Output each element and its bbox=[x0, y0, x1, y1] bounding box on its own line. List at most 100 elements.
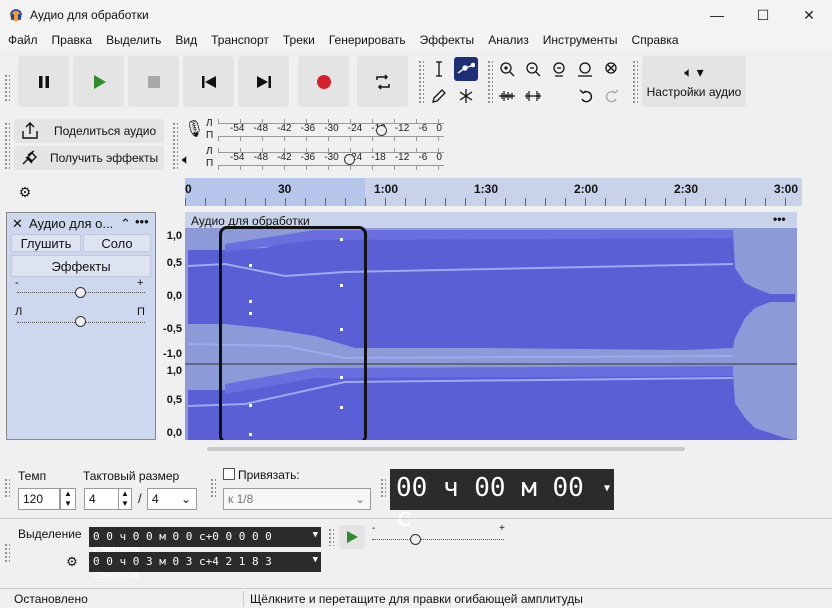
close-window-button[interactable]: ✕ bbox=[786, 0, 832, 30]
collapse-track-button[interactable]: ⌃ bbox=[120, 216, 131, 232]
menu-analyze[interactable]: Анализ bbox=[481, 30, 536, 50]
toolbar-grip[interactable] bbox=[4, 74, 10, 102]
menu-select[interactable]: Выделить bbox=[99, 30, 168, 50]
playback-meter-thumb[interactable] bbox=[344, 154, 355, 165]
menu-tools[interactable]: Инструменты bbox=[536, 30, 625, 50]
status-divider bbox=[243, 591, 244, 607]
zoom-out-button[interactable] bbox=[522, 58, 544, 80]
playback-speed-thumb[interactable] bbox=[410, 534, 421, 545]
record-button[interactable] bbox=[298, 56, 349, 107]
snap-dropdown[interactable]: к 1/8 ⌄ bbox=[223, 488, 371, 510]
axis-label: 1,0 bbox=[166, 365, 182, 377]
zoom-in-button[interactable] bbox=[496, 58, 518, 80]
selection-end-display[interactable]: 0 0 ч 0 3 м 0 3 с+4 2 1 8 3 сэмплов ▼ bbox=[89, 552, 321, 581]
time-sig-separator: / bbox=[138, 491, 142, 506]
skip-start-button[interactable] bbox=[183, 56, 234, 107]
time-sig-grip[interactable] bbox=[4, 478, 10, 498]
chevron-down-icon: ⌄ bbox=[354, 492, 365, 506]
envelope-tool[interactable] bbox=[454, 57, 478, 81]
tempo-input[interactable]: 120 bbox=[18, 488, 60, 510]
loop-button[interactable] bbox=[357, 56, 408, 107]
scale-label: -30 bbox=[324, 123, 339, 134]
pan-slider-thumb[interactable] bbox=[75, 316, 86, 327]
selection-settings-gear-icon[interactable]: ⚙︎ bbox=[62, 552, 82, 572]
redo-button[interactable] bbox=[601, 85, 623, 107]
pause-button[interactable] bbox=[18, 56, 69, 107]
timeline-settings-gear-icon[interactable]: ⚙︎ bbox=[14, 181, 36, 203]
waveform-clip[interactable]: Аудио для обработки ••• bbox=[185, 212, 802, 440]
track-name-menu[interactable]: Аудио для о... bbox=[29, 216, 113, 231]
play-at-speed-grip[interactable] bbox=[328, 528, 334, 546]
selection-grip[interactable] bbox=[4, 543, 10, 563]
fit-selection-button[interactable] bbox=[548, 58, 570, 80]
amplitude-axis: 1,0 0,5 0,0 -0,5 -1,0 1,0 0,5 0,0 bbox=[157, 212, 185, 440]
play-button[interactable] bbox=[73, 56, 124, 107]
speaker-icon[interactable]: 🔈︎ bbox=[182, 151, 190, 168]
scale-label: 0 bbox=[436, 123, 442, 134]
trim-button[interactable] bbox=[496, 85, 518, 107]
playback-meter[interactable]: -54 -48 -42 -36 -30 -24 -18 -12 -6 0 bbox=[218, 148, 444, 170]
menu-edit[interactable]: Правка bbox=[45, 30, 100, 50]
menu-help[interactable]: Справка bbox=[625, 30, 686, 50]
menu-bar: Файл Правка Выделить Вид Транспорт Треки… bbox=[0, 30, 832, 50]
menu-generate[interactable]: Генерировать bbox=[322, 30, 413, 50]
record-meter-thumb[interactable] bbox=[376, 125, 387, 136]
tools-grip[interactable] bbox=[418, 60, 424, 104]
menu-transport[interactable]: Транспорт bbox=[204, 30, 276, 50]
time-sig-numerator[interactable]: 4 bbox=[84, 488, 120, 510]
selection-tool[interactable] bbox=[428, 58, 450, 80]
time-display[interactable]: 00 ч 00 м 00 с ▼ bbox=[390, 469, 614, 533]
loop-icon bbox=[375, 73, 390, 90]
timeline-ruler[interactable]: 0 30 1:00 1:30 2:00 2:30 3:00 bbox=[185, 178, 802, 206]
audio-setup-grip[interactable] bbox=[632, 60, 638, 104]
draw-tool[interactable] bbox=[428, 85, 450, 107]
menu-effects[interactable]: Эффекты bbox=[413, 30, 482, 50]
skip-end-button[interactable] bbox=[238, 56, 289, 107]
snap-grip[interactable] bbox=[210, 478, 216, 498]
pan-left-label: Л bbox=[15, 306, 23, 318]
zoom-toggle-button[interactable] bbox=[600, 58, 622, 80]
close-track-button[interactable]: ✕ bbox=[12, 216, 23, 232]
menu-view[interactable]: Вид bbox=[168, 30, 204, 50]
clip-menu-button[interactable]: ••• bbox=[773, 212, 786, 226]
get-effects-button[interactable]: Получить эффекты bbox=[14, 146, 164, 170]
get-effects-label: Получить эффекты bbox=[50, 151, 159, 165]
edit-grip[interactable] bbox=[487, 60, 493, 104]
minimize-button[interactable]: — bbox=[694, 0, 740, 30]
meter-grip[interactable] bbox=[172, 122, 178, 170]
playback-speed-slider[interactable] bbox=[372, 539, 504, 541]
undo-button[interactable] bbox=[575, 85, 597, 107]
scale-label: -6 bbox=[418, 152, 428, 163]
time-grip[interactable] bbox=[380, 478, 386, 498]
menu-file[interactable]: Файл bbox=[0, 30, 45, 50]
audio-setup-button[interactable]: 🔈︎ ▾ Настройки аудио bbox=[642, 56, 746, 107]
fit-project-button[interactable] bbox=[574, 58, 596, 80]
snap-checkbox[interactable] bbox=[223, 468, 235, 480]
horizontal-scrollbar[interactable] bbox=[207, 447, 685, 451]
play-at-speed-button[interactable] bbox=[339, 525, 365, 549]
maximize-button[interactable]: ☐ bbox=[740, 0, 786, 30]
tempo-label: Темп bbox=[18, 469, 47, 483]
multi-tool[interactable] bbox=[455, 85, 477, 107]
solo-button[interactable]: Соло bbox=[83, 234, 151, 252]
snap-value: к 1/8 bbox=[228, 492, 254, 506]
microphone-icon[interactable]: 🎙︎ bbox=[184, 119, 204, 139]
menu-tracks[interactable]: Треки bbox=[276, 30, 322, 50]
share-audio-button[interactable]: Поделиться аудио bbox=[14, 119, 164, 143]
track-menu-button[interactable]: ••• bbox=[135, 214, 149, 229]
vertical-scrollbar[interactable] bbox=[797, 212, 802, 440]
share-grip[interactable] bbox=[4, 122, 10, 170]
selection-start-display[interactable]: 0 0 ч 0 0 м 0 0 с+0 0 0 0 0 сэмплов ▼ bbox=[89, 527, 321, 556]
status-state: Остановлено bbox=[14, 592, 88, 606]
numerator-spinner[interactable]: ▲ ▼ bbox=[118, 488, 132, 510]
record-meter[interactable]: -54-48-42-36-30-24-18-12-60 bbox=[218, 119, 444, 141]
audacity-logo-icon bbox=[10, 9, 22, 21]
time-sig-denominator[interactable]: 4 ⌄ bbox=[147, 488, 197, 510]
effects-button[interactable]: Эффекты bbox=[11, 255, 151, 277]
gain-slider-thumb[interactable] bbox=[75, 287, 86, 298]
mute-button[interactable]: Глушить bbox=[11, 234, 81, 252]
stop-button[interactable] bbox=[128, 56, 179, 107]
tick-label: 1:00 bbox=[374, 182, 399, 196]
tempo-spinner[interactable]: ▲ ▼ bbox=[60, 488, 76, 510]
silence-button[interactable] bbox=[522, 85, 544, 107]
